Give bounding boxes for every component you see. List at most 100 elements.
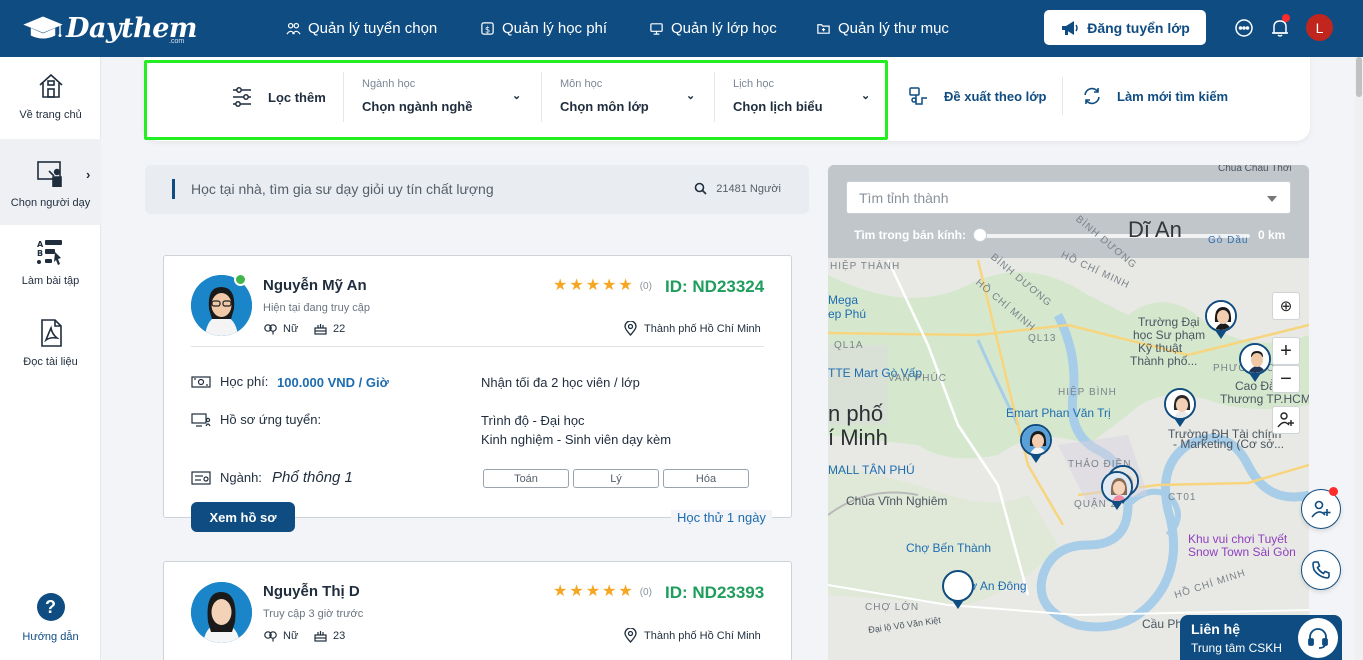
tutor-map-pin[interactable] — [1163, 388, 1197, 428]
nav-label: Quản lý thư mục — [838, 20, 949, 37]
star-icon: ★ — [618, 583, 633, 600]
user-avatar[interactable]: L — [1306, 14, 1333, 41]
map-label: Chùa Châu Thới — [1218, 165, 1292, 174]
subject-select[interactable]: Môn học Chọn môn lớp ⌄ — [541, 72, 704, 122]
radius-value: 0 km — [1258, 228, 1286, 242]
refresh-search-button[interactable]: Làm mới tìm kiếm — [1081, 85, 1228, 107]
sidebar-item-help[interactable]: ? Hướng dẫn — [0, 593, 101, 653]
star-icon: ★ — [569, 583, 584, 600]
headset-icon — [1298, 618, 1338, 658]
capacity-text: Nhận tối đa 2 học viên / lớp — [481, 375, 640, 390]
map-label: HIỆP BÌNH — [1058, 387, 1117, 398]
tutor-map-pin[interactable] — [1204, 300, 1238, 340]
scrollbar-thumb[interactable] — [1356, 57, 1362, 97]
tutor-id: ID: ND23324 — [665, 277, 765, 296]
fee-value: 100.000 VND / Giờ — [277, 375, 389, 390]
add-user-icon — [1311, 500, 1331, 518]
divider — [191, 346, 764, 347]
tutor-card[interactable] — [163, 561, 792, 660]
view-profile-button[interactable]: Xem hồ sơ — [191, 502, 295, 532]
star-icon: ★ — [585, 583, 601, 600]
subject-select-value: Chọn môn lớp — [560, 99, 649, 114]
post-class-button[interactable]: Đăng tuyển lớp — [1044, 10, 1206, 45]
zoom-out-button[interactable]: − — [1272, 365, 1300, 393]
tutor-name[interactable]: Nguyễn Mỹ An — [263, 277, 367, 294]
tutor-location-text: Thành phố Hồ Chí Minh — [644, 322, 761, 335]
sidebar-item-home[interactable]: Về trang chủ — [0, 71, 101, 141]
page-scrollbar[interactable] — [1355, 57, 1363, 660]
nav-classes[interactable]: Quản lý lớp học — [649, 0, 777, 57]
tutor-name[interactable]: Nguyễn Thị D — [263, 583, 360, 600]
star-icon: ★ — [553, 277, 568, 294]
search-placeholder: Học tại nhà, tìm gia sư dạy giỏi uy tín … — [191, 181, 494, 197]
add-user-map-button[interactable] — [1272, 406, 1300, 434]
star-icon: ★ — [618, 277, 633, 294]
tutor-id: ID: ND23393 — [665, 583, 765, 602]
map-label: Thương TP.HCM — [1220, 392, 1309, 406]
result-count-text: 21481 Người — [716, 182, 781, 195]
map-label: í Minh — [828, 425, 888, 450]
top-navigation-bar: Daythem .com Quản lý tuyển chọn $ Quản l… — [0, 0, 1363, 57]
tutor-map-pin[interactable] — [1019, 424, 1053, 464]
tutor-age: 22 — [313, 322, 345, 335]
fee-label: Học phí: — [220, 374, 269, 389]
schedule-select[interactable]: Lịch học Chọn lịch biểu ⌄ — [714, 72, 880, 122]
refresh-icon — [1084, 87, 1100, 105]
experience-text: Kinh nghiệm - Sinh viên dạy kèm — [481, 432, 672, 447]
locate-me-button[interactable]: ⊕ — [1272, 292, 1300, 320]
major-row: Ngành: — [191, 470, 262, 485]
nav-recruitment[interactable]: Quản lý tuyển chọn — [286, 0, 437, 57]
zoom-in-button[interactable]: + — [1272, 337, 1300, 365]
sidebar-item-choose-teacher[interactable]: Chọn người dạy — [0, 139, 101, 225]
radius-slider-handle[interactable] — [973, 228, 987, 242]
sidebar-label: Đọc tài liệu — [23, 356, 78, 368]
daythem-logo[interactable]: Daythem .com — [22, 8, 197, 48]
call-float-button[interactable] — [1301, 550, 1341, 590]
cskh-title: Liên hệ — [1191, 621, 1241, 637]
tutor-location: Thành phố Hồ Chí Minh — [624, 321, 761, 336]
tutor-map-pin[interactable] — [1100, 471, 1134, 511]
province-search-input[interactable]: Tìm tỉnh thành — [846, 181, 1291, 214]
tutor-photo[interactable] — [191, 582, 252, 643]
more-filters-button[interactable]: Lọc thêm — [230, 85, 326, 109]
tutor-map-pin[interactable] — [941, 570, 975, 610]
map-label: Chợ Bến Thành — [906, 541, 992, 555]
chevron-down-icon: ⌄ — [686, 90, 696, 102]
star-icon: ★ — [585, 277, 601, 294]
tutor-portrait-icon — [191, 582, 252, 643]
subject-tag: Toán — [483, 469, 569, 488]
rating-count: (0) — [639, 586, 652, 598]
tutor-map-pin[interactable] — [1238, 343, 1272, 383]
map-label: Dĩ An — [1128, 217, 1182, 242]
quiz-icon: AB — [36, 240, 62, 265]
chevron-right-icon: › — [86, 167, 91, 182]
map-label: Kỹ thuật — [1138, 341, 1183, 355]
map-label: MALL TÂN PHÚ — [828, 463, 915, 477]
post-class-label: Đăng tuyển lớp — [1087, 19, 1190, 36]
fee-icon: $ — [481, 22, 494, 35]
schedule-select-value: Chọn lịch biểu — [733, 99, 823, 114]
rating-count: (0) — [639, 280, 652, 292]
map-label: ep Phú — [828, 307, 867, 321]
teacher-board-icon — [36, 161, 62, 187]
search-bar[interactable]: Học tại nhà, tìm gia sư dạy giỏi uy tín … — [145, 165, 809, 214]
sidebar-item-documents[interactable]: Đọc tài liệu — [0, 318, 101, 388]
map-panel[interactable]: Tìm tỉnh thành Tìm trong bán kính: 0 km … — [828, 165, 1309, 660]
map-label: QL13 — [1028, 333, 1057, 344]
suggest-label: Đề xuất theo lớp — [944, 88, 1047, 104]
customer-care-widget[interactable]: Liên hệ Trung tâm CSKH — [1180, 615, 1342, 660]
major-select[interactable]: Ngành học Chọn ngành nghề ⌄ — [343, 72, 531, 122]
tutor-status: Truy cập 3 giờ trước — [263, 608, 364, 620]
tutor-age: 23 — [313, 629, 345, 642]
chat-icon[interactable] — [1233, 17, 1255, 39]
fee-row: Học phí: — [191, 374, 268, 389]
nav-fees[interactable]: $ Quản lý học phí — [480, 0, 607, 57]
suggest-by-class-button[interactable]: Đề xuất theo lớp — [908, 85, 1046, 107]
sidebar-item-exercises[interactable]: AB Làm bài tập — [0, 237, 101, 307]
map-label: Mega — [828, 293, 859, 307]
tutor-age-text: 22 — [333, 322, 346, 335]
tutor-gender-text: Nữ — [283, 629, 299, 642]
certificate-icon — [191, 470, 211, 485]
nav-folders[interactable]: Quản lý thư mục — [816, 0, 949, 57]
map-label: Gò Dầu — [1208, 235, 1249, 246]
